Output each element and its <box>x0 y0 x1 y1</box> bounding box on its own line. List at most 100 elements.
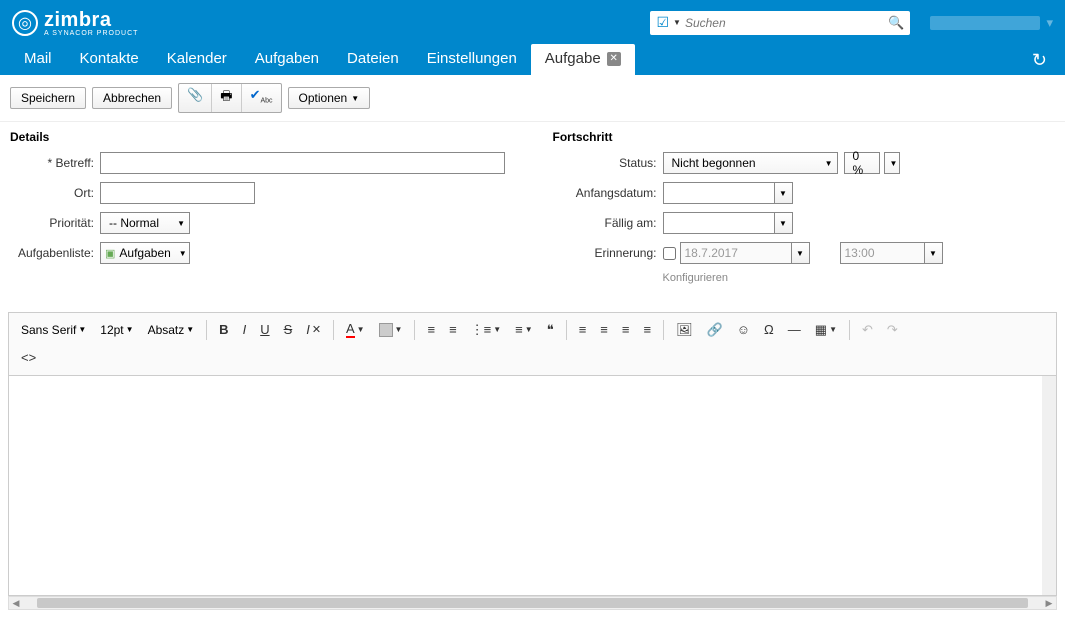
hr-icon[interactable]: — <box>782 318 807 341</box>
align-center-icon[interactable]: ≡ <box>443 318 463 341</box>
brand-logo: ◎ zimbra A SYNACOR PRODUCT <box>12 9 138 37</box>
zimbra-icon: ◎ <box>12 10 38 36</box>
chevron-down-icon: ▾ <box>1046 15 1053 31</box>
task-form: Details * Betreff: Ort: Priorität: -- No… <box>0 122 1065 312</box>
startdate-input[interactable] <box>663 182 775 204</box>
bold-button[interactable]: B <box>213 318 234 341</box>
underline-button[interactable]: U <box>254 318 275 341</box>
save-button[interactable]: Speichern <box>10 87 86 109</box>
image-icon[interactable]: 🖼 <box>670 318 699 342</box>
status-label: Status: <box>553 156 663 170</box>
progress-title: Fortschritt <box>553 130 1056 144</box>
reminder-time-picker[interactable]: ▼ <box>925 242 943 264</box>
nav-calendar[interactable]: Kalender <box>153 44 241 75</box>
priority-label: Priorität: <box>10 216 100 230</box>
code-icon[interactable]: <> <box>15 346 1050 369</box>
align-left2-icon[interactable]: ≡ <box>573 318 593 341</box>
app-header: ◎ zimbra A SYNACOR PRODUCT ☑ ▼ 🔍 ▾ <box>0 0 1065 45</box>
brand-name: zimbra <box>44 9 138 32</box>
brand-sub: A SYNACOR PRODUCT <box>44 30 138 37</box>
reminder-date-combo[interactable]: ▼ <box>680 242 810 264</box>
main-nav: Mail Kontakte Kalender Aufgaben Dateien … <box>0 45 1065 75</box>
editor-toolbar: Sans Serif▼ 12pt▼ Absatz▼ B I U S I✕ A▼ … <box>8 312 1057 376</box>
startdate-label: Anfangsdatum: <box>553 186 663 200</box>
status-select[interactable]: Nicht begonnen ▼ <box>663 152 838 174</box>
paragraph-select[interactable]: Absatz▼ <box>142 319 201 341</box>
search-scope-caret[interactable]: ▼ <box>673 18 681 27</box>
user-menu[interactable]: ▾ <box>930 15 1053 31</box>
align-center2-icon[interactable]: ≡ <box>594 318 614 341</box>
cancel-button[interactable]: Abbrechen <box>92 87 172 109</box>
spellcheck-icon[interactable]: ✔Abc <box>242 84 281 112</box>
chevron-down-icon: ▼ <box>825 159 833 168</box>
priority-select[interactable]: -- Normal ▼ <box>100 212 190 234</box>
percent-dropdown[interactable]: ▼ <box>884 152 900 174</box>
details-title: Details <box>10 130 513 144</box>
nav-tasks[interactable]: Aufgaben <box>241 44 333 75</box>
search-scope-icon[interactable]: ☑ <box>656 14 669 31</box>
duedate-combo[interactable]: ▼ <box>663 212 793 234</box>
scrollbar-vertical[interactable] <box>1042 376 1056 595</box>
location-input[interactable] <box>100 182 255 204</box>
tasklist-icon: ▣ <box>105 247 115 260</box>
print-icon[interactable]: 🖶 <box>212 84 241 112</box>
attach-icon[interactable]: 📎 <box>179 84 212 112</box>
nav-mail[interactable]: Mail <box>10 44 66 75</box>
percent-value[interactable]: 0 % <box>844 152 880 174</box>
subject-input[interactable] <box>100 152 505 174</box>
chevron-down-icon: ▼ <box>890 159 898 168</box>
omega-icon[interactable]: Ω <box>758 318 780 341</box>
search-box[interactable]: ☑ ▼ 🔍 <box>650 11 910 35</box>
redo-icon[interactable]: ↷ <box>881 318 904 342</box>
reminder-checkbox[interactable] <box>663 247 676 260</box>
duedate-picker[interactable]: ▼ <box>775 212 793 234</box>
reminder-date-input[interactable] <box>680 242 792 264</box>
align-justify-icon[interactable]: ≡ <box>637 318 657 341</box>
link-icon[interactable]: 🔗 <box>701 318 729 342</box>
emoji-icon[interactable]: ☺ <box>731 318 756 341</box>
active-tab-label: Aufgabe <box>545 50 601 67</box>
undo-icon[interactable]: ↶ <box>856 318 879 342</box>
user-name <box>930 16 1040 30</box>
reminder-time-combo[interactable]: ▼ <box>840 242 943 264</box>
chevron-down-icon: ▼ <box>351 94 359 103</box>
tasklist-label: Aufgabenliste: <box>10 246 100 260</box>
clear-format-button[interactable]: I✕ <box>300 318 327 341</box>
nav-task-editor[interactable]: Aufgabe ✕ <box>531 44 635 75</box>
align-right-icon[interactable]: ≡ <box>616 318 636 341</box>
tasklist-select[interactable]: ▣ Aufgaben ▼ <box>100 242 190 264</box>
text-color-button[interactable]: A▼ <box>340 317 371 342</box>
blockquote-icon[interactable]: ❝ <box>541 318 560 342</box>
duedate-input[interactable] <box>663 212 775 234</box>
configure-link[interactable]: Konfigurieren <box>663 272 728 284</box>
bg-color-button[interactable]: ▼ <box>373 319 409 341</box>
progress-column: Fortschritt Status: Nicht begonnen ▼ 0 %… <box>553 130 1056 292</box>
options-button[interactable]: Optionen ▼ <box>288 87 371 109</box>
startdate-picker[interactable]: ▼ <box>775 182 793 204</box>
font-size-select[interactable]: 12pt▼ <box>94 319 139 341</box>
duedate-label: Fällig am: <box>553 216 663 230</box>
scrollbar-horizontal[interactable]: ◀▶ <box>8 596 1057 610</box>
refresh-button[interactable]: ↻ <box>1024 46 1055 75</box>
search-icon[interactable]: 🔍 <box>888 15 904 31</box>
reminder-date-picker[interactable]: ▼ <box>792 242 810 264</box>
reminder-time-input[interactable] <box>840 242 925 264</box>
nav-files[interactable]: Dateien <box>333 44 413 75</box>
tool-icon-group: 📎 🖶 ✔Abc <box>178 83 281 113</box>
chevron-down-icon: ▼ <box>177 219 185 228</box>
strike-button[interactable]: S <box>278 318 299 341</box>
table-icon[interactable]: ▦▼ <box>809 318 843 342</box>
close-tab-icon[interactable]: ✕ <box>607 52 621 66</box>
nav-settings[interactable]: Einstellungen <box>413 44 531 75</box>
bullet-list-icon[interactable]: ⋮≡▼ <box>465 318 508 342</box>
action-toolbar: Speichern Abbrechen 📎 🖶 ✔Abc Optionen ▼ <box>0 75 1065 122</box>
align-left-icon[interactable]: ≡ <box>421 318 441 341</box>
editor-textarea[interactable] <box>8 376 1057 596</box>
startdate-combo[interactable]: ▼ <box>663 182 793 204</box>
number-list-icon[interactable]: ≡▼ <box>509 318 539 341</box>
search-input[interactable] <box>685 16 888 30</box>
italic-button[interactable]: I <box>237 318 253 341</box>
nav-contacts[interactable]: Kontakte <box>66 44 153 75</box>
font-family-select[interactable]: Sans Serif▼ <box>15 319 92 341</box>
details-column: Details * Betreff: Ort: Priorität: -- No… <box>10 130 513 292</box>
